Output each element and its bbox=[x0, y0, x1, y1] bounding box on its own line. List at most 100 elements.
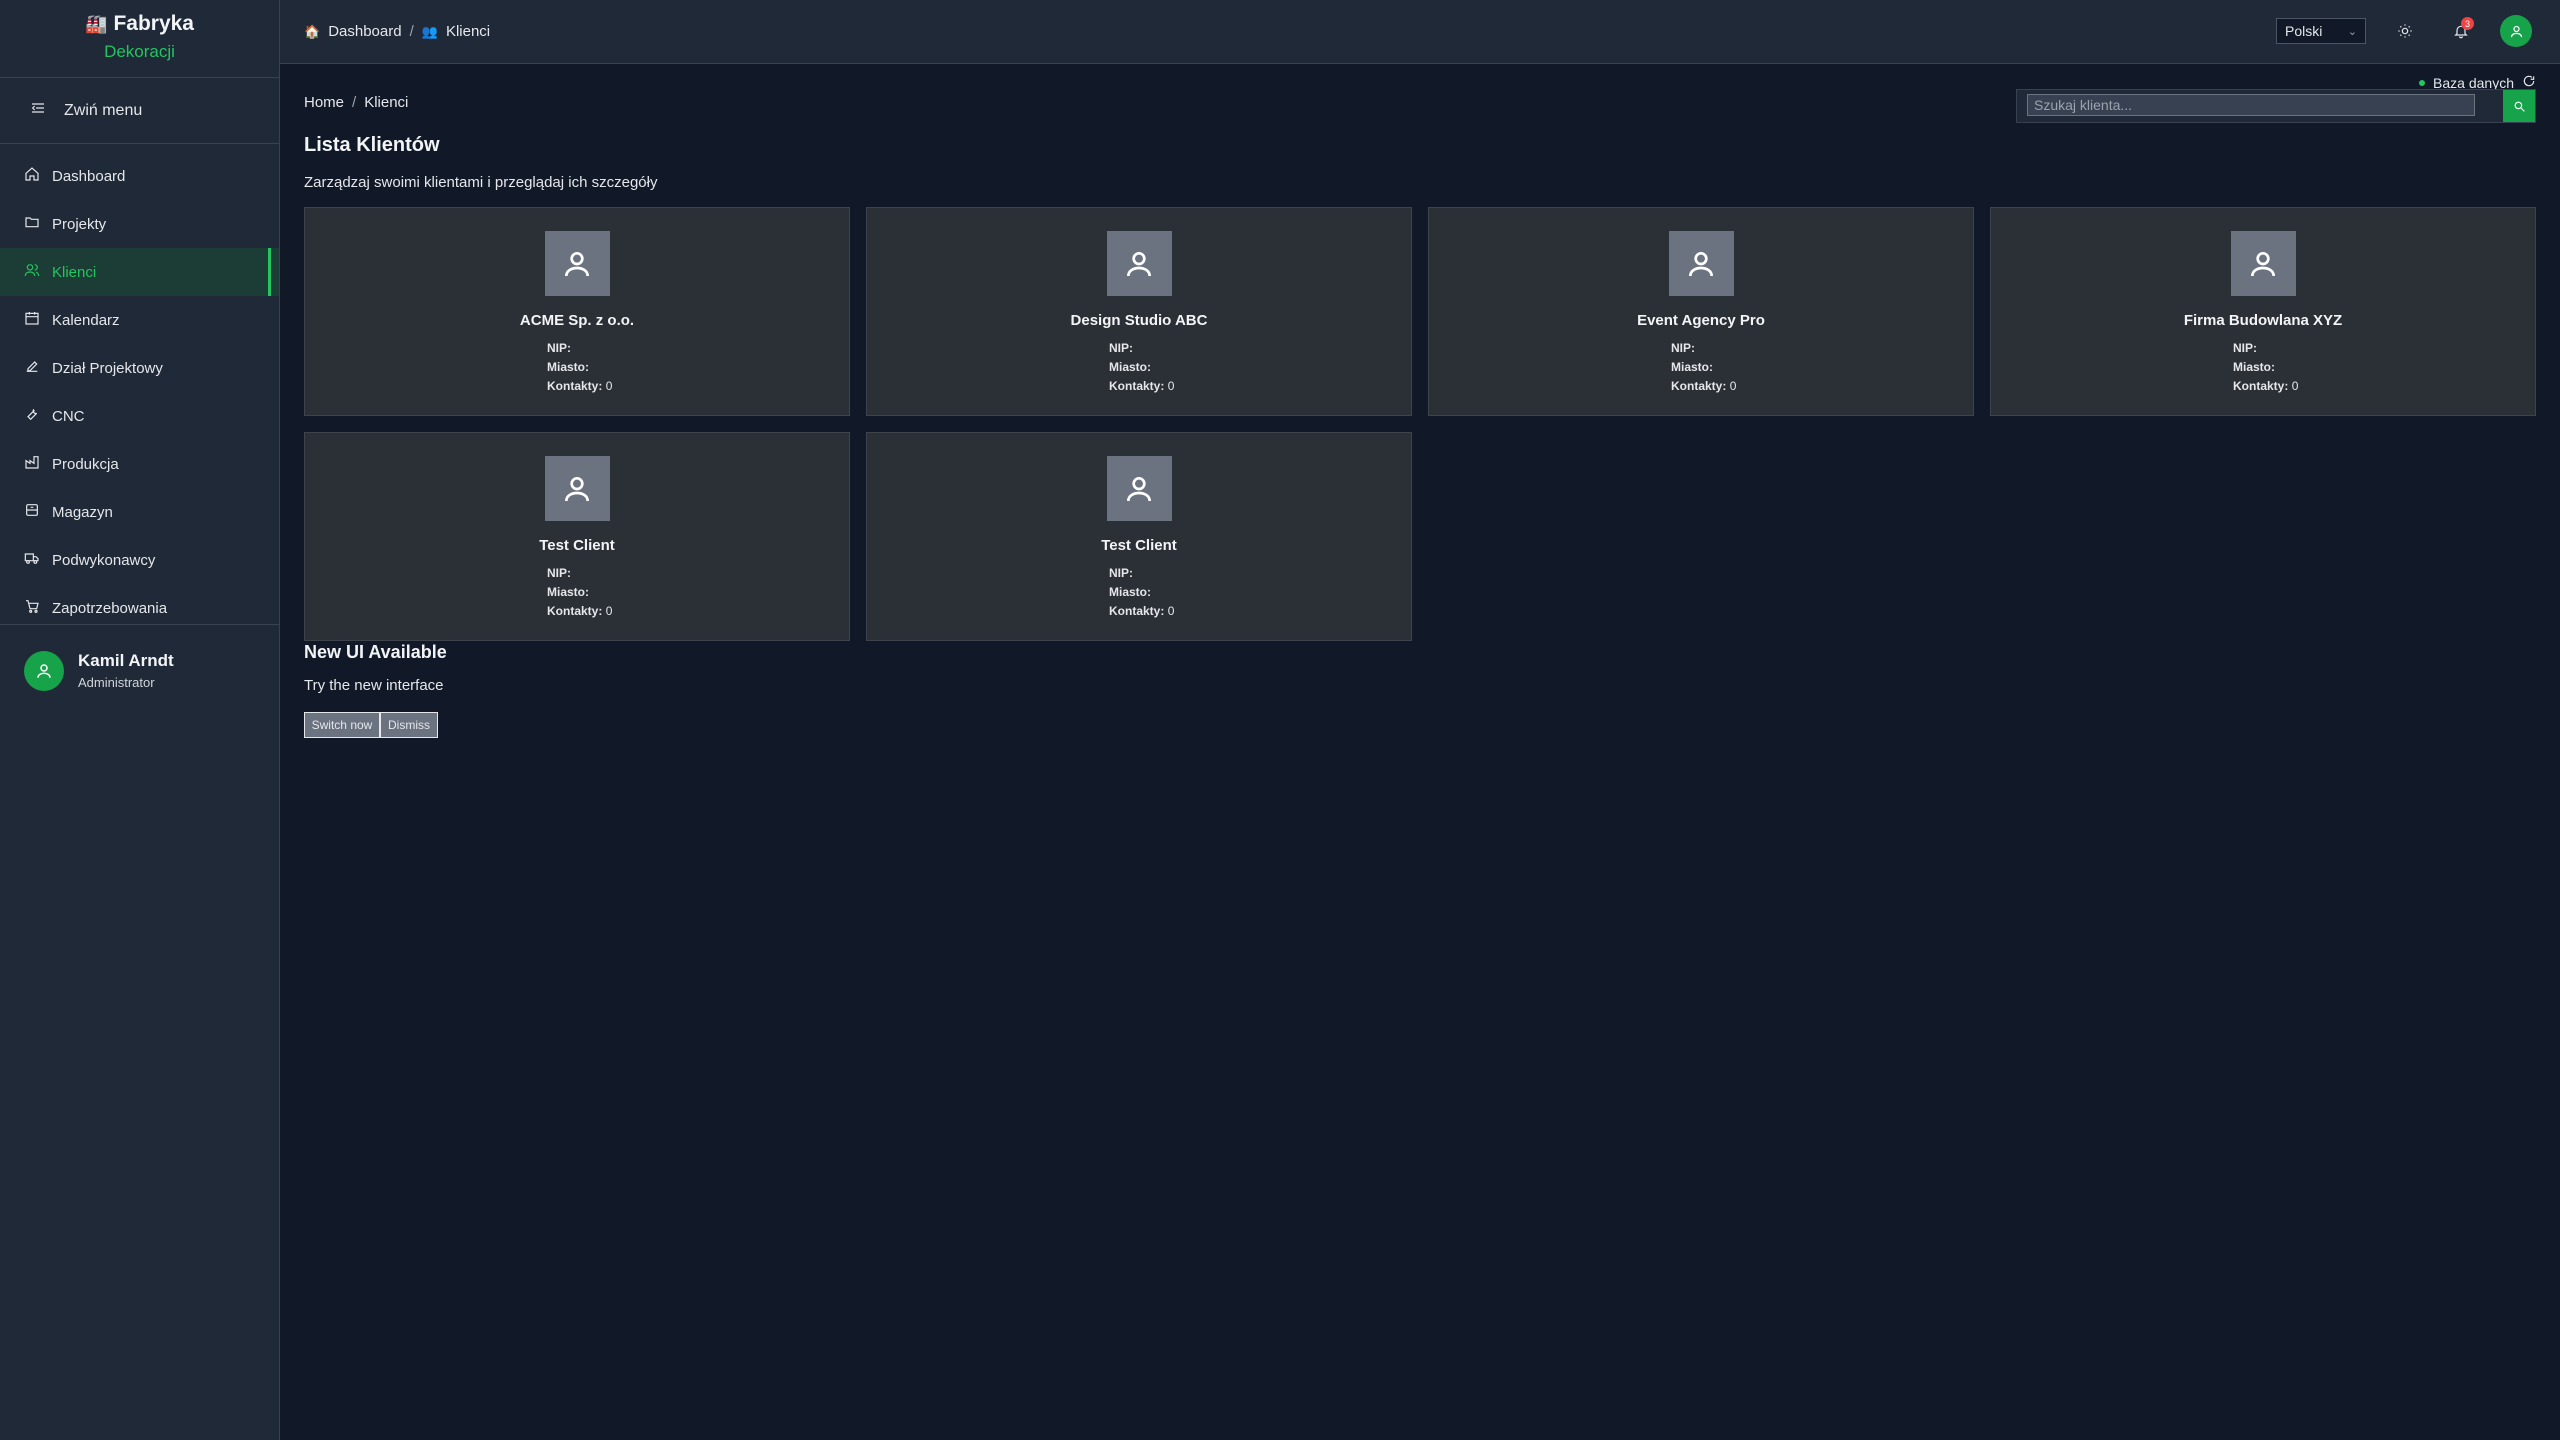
crumb-separator: / bbox=[409, 23, 414, 40]
user-icon bbox=[1127, 251, 1151, 276]
client-avatar bbox=[1106, 456, 1172, 521]
nip-label: NIP: bbox=[547, 341, 571, 355]
switch-ui-button[interactable]: Switch now bbox=[304, 712, 380, 738]
client-contacts: Kontakty: 0 bbox=[1109, 379, 1179, 398]
client-city: Miasto: bbox=[2233, 360, 2303, 379]
client-avatar bbox=[544, 456, 610, 521]
user-profile[interactable]: Kamil Arndt Administrator bbox=[0, 624, 279, 716]
promo-title: New UI Available bbox=[304, 642, 447, 662]
contacts-label: Kontakty: bbox=[1671, 379, 1727, 393]
client-details: NIP: Miasto: Kontakty: 0 bbox=[1109, 566, 1179, 623]
breadcrumb-separator: / bbox=[352, 94, 357, 111]
top-breadcrumb: 🏠 Dashboard / 👥 Klienci bbox=[304, 23, 490, 40]
sidebar-item-cnc[interactable]: CNC bbox=[0, 392, 279, 440]
client-name: ACME Sp. z o.o. bbox=[519, 312, 635, 329]
client-name: Design Studio ABC bbox=[1070, 312, 1208, 329]
nip-label: NIP: bbox=[1109, 566, 1133, 580]
page-title: Lista Klientów bbox=[304, 134, 440, 156]
client-card[interactable]: Test Client NIP: Miasto: Kontakty: 0 bbox=[866, 432, 1412, 641]
home-icon: 🏠 bbox=[304, 23, 321, 39]
nip-label: NIP: bbox=[547, 566, 571, 580]
sidebar-nav: Dashboard Projekty Klienci Kalendarz Dzi… bbox=[0, 144, 279, 632]
sidebar-item-label: Podwykonawcy bbox=[52, 551, 156, 569]
notifications-button[interactable]: 3 bbox=[2444, 14, 2478, 48]
contacts-value: 0 bbox=[1167, 604, 1175, 618]
sidebar-item-clients[interactable]: Klienci bbox=[0, 248, 279, 296]
sidebar-item-label: Kalendarz bbox=[52, 311, 120, 329]
status-dot bbox=[2419, 79, 2426, 86]
client-name: Firma Budowlana XYZ bbox=[2183, 312, 2343, 329]
users-icon: 👥 bbox=[421, 23, 438, 39]
client-city: Miasto: bbox=[1671, 360, 1741, 379]
wrench-icon bbox=[24, 406, 40, 426]
client-avatar bbox=[544, 231, 610, 296]
promo-actions: Switch now Dismiss bbox=[304, 712, 447, 738]
sidebar-item-projects[interactable]: Projekty bbox=[0, 200, 279, 248]
client-nip: NIP: bbox=[2233, 341, 2303, 360]
new-ui-banner: New UI Available Try the new interface S… bbox=[304, 642, 447, 738]
search-button[interactable] bbox=[2503, 90, 2535, 122]
search-input[interactable] bbox=[2027, 94, 2475, 116]
chevron-down-icon: ⌄ bbox=[2347, 25, 2357, 38]
folder-icon bbox=[24, 214, 40, 234]
theme-toggle-button[interactable] bbox=[2388, 14, 2422, 48]
promo-text: Try the new interface bbox=[304, 677, 444, 694]
client-card[interactable]: Firma Budowlana XYZ NIP: Miasto: Kontakt… bbox=[1990, 207, 2536, 416]
user-menu-avatar[interactable] bbox=[2500, 15, 2532, 47]
production-icon bbox=[24, 454, 40, 474]
client-details: NIP: Miasto: Kontakty: 0 bbox=[1109, 341, 1179, 398]
sidebar-item-subcontractors[interactable]: Podwykonawcy bbox=[0, 536, 279, 584]
client-contacts: Kontakty: 0 bbox=[547, 604, 617, 623]
avatar bbox=[24, 650, 64, 691]
language-select[interactable]: Polski ⌄ bbox=[2276, 18, 2366, 44]
client-contacts: Kontakty: 0 bbox=[2233, 379, 2303, 398]
client-name: Event Agency Pro bbox=[1637, 312, 1765, 329]
sidebar-item-dashboard[interactable]: Dashboard bbox=[0, 152, 279, 200]
warehouse-icon bbox=[24, 502, 40, 522]
sidebar-item-design-department[interactable]: Dział Projektowy bbox=[0, 344, 279, 392]
client-city: Miasto: bbox=[1109, 360, 1179, 379]
brand[interactable]: 🏭 Fabryka Dekoracji bbox=[0, 0, 279, 78]
client-card[interactable]: Design Studio ABC NIP: Miasto: Kontakty:… bbox=[866, 207, 1412, 416]
sidebar-item-label: Magazyn bbox=[52, 503, 113, 521]
topbar: 🏠 Dashboard / 👥 Klienci Polski ⌄ 3 bbox=[280, 0, 2560, 64]
client-details: NIP: Miasto: Kontakty: 0 bbox=[547, 566, 617, 623]
sidebar-item-label: Dział Projektowy bbox=[52, 359, 163, 377]
sidebar-item-label: Zapotrzebowania bbox=[52, 599, 168, 617]
search-icon bbox=[2514, 101, 2525, 112]
client-avatar bbox=[1668, 231, 1734, 296]
top-crumb-dashboard[interactable]: Dashboard bbox=[328, 23, 401, 40]
nip-label: NIP: bbox=[2233, 341, 2257, 355]
breadcrumb: Home / Klienci bbox=[304, 94, 408, 111]
sidebar-item-label: Klienci bbox=[52, 263, 97, 281]
sun-icon bbox=[2398, 24, 2412, 38]
nip-label: NIP: bbox=[1671, 341, 1695, 355]
contacts-value: 0 bbox=[2291, 379, 2299, 393]
calendar-icon bbox=[24, 310, 40, 330]
sidebar-item-calendar[interactable]: Kalendarz bbox=[0, 296, 279, 344]
client-city: Miasto: bbox=[547, 585, 617, 604]
client-search bbox=[2016, 89, 2536, 123]
sidebar-item-warehouse[interactable]: Magazyn bbox=[0, 488, 279, 536]
contacts-value: 0 bbox=[605, 604, 613, 618]
sidebar-item-production[interactable]: Produkcja bbox=[0, 440, 279, 488]
collapse-menu-button[interactable]: Zwiń menu bbox=[0, 78, 279, 144]
client-card[interactable]: ACME Sp. z o.o. NIP: Miasto: Kontakty: 0 bbox=[304, 207, 850, 416]
client-grid: ACME Sp. z o.o. NIP: Miasto: Kontakty: 0… bbox=[304, 207, 2536, 641]
client-contacts: Kontakty: 0 bbox=[1109, 604, 1179, 623]
breadcrumb-home[interactable]: Home bbox=[304, 94, 344, 111]
dismiss-button[interactable]: Dismiss bbox=[380, 712, 438, 738]
notification-badge: 3 bbox=[2461, 17, 2474, 30]
client-name: Test Client bbox=[539, 537, 615, 554]
client-card[interactable]: Event Agency Pro NIP: Miasto: Kontakty: … bbox=[1428, 207, 1974, 416]
brand-title: Fabryka bbox=[113, 12, 194, 35]
user-icon bbox=[2510, 25, 2522, 37]
contacts-value: 0 bbox=[1167, 379, 1175, 393]
contacts-label: Kontakty: bbox=[2233, 379, 2289, 393]
client-card[interactable]: Test Client NIP: Miasto: Kontakty: 0 bbox=[304, 432, 850, 641]
city-label: Miasto: bbox=[2233, 360, 2275, 374]
user-role: Administrator bbox=[78, 675, 155, 690]
client-nip: NIP: bbox=[547, 566, 617, 585]
client-details: NIP: Miasto: Kontakty: 0 bbox=[2233, 341, 2303, 398]
brand-subtitle: Dekoracji bbox=[104, 42, 175, 61]
